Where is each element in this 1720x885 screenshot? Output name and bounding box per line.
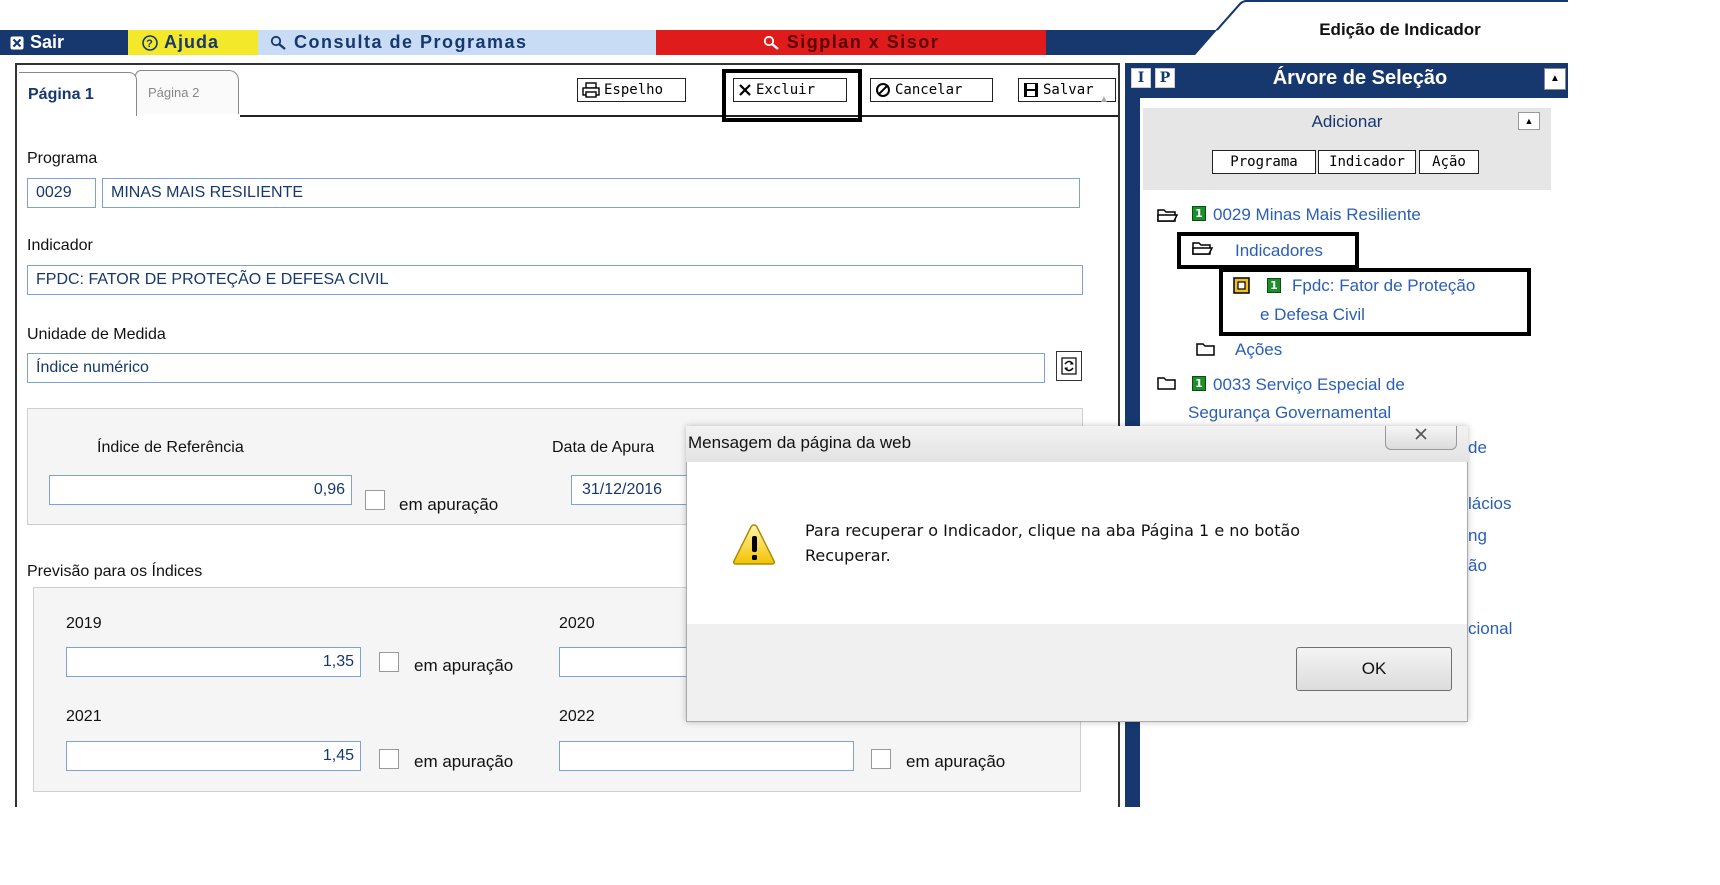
indice-referencia-label: Índice de Referência (97, 439, 244, 456)
menu-sair-button[interactable]: Sair (10, 30, 118, 55)
year-2022-label: 2022 (559, 708, 595, 725)
programa-codigo-field[interactable]: 0029 (27, 178, 96, 208)
menu-sair-label: Sair (30, 32, 65, 52)
tree-item-acoes[interactable]: Ações (1235, 340, 1282, 360)
tab-pagina-2[interactable]: Página 2 (135, 70, 239, 114)
dialog-message-line2: Recuperar. (805, 546, 891, 565)
scroll-up-arrow-icon[interactable]: ▲ (1094, 94, 1114, 116)
tree-item-programa-0033-line2[interactable]: Segurança Governamental (1188, 403, 1391, 423)
tree-i-button[interactable]: I (1131, 68, 1151, 88)
menu-ajuda-label: Ajuda (164, 32, 220, 52)
year-2022-em-apuracao-checkbox[interactable] (871, 749, 891, 769)
page-title: Edição de Indicador (1319, 20, 1481, 39)
tabs-divider (240, 115, 1118, 117)
em-apuracao-label: em apuração (414, 656, 514, 675)
folder-closed-icon[interactable] (1157, 376, 1177, 390)
em-apuracao-label: em apuração (399, 495, 499, 514)
badge-icon: 1 (1192, 206, 1206, 221)
cancel-icon (876, 83, 890, 97)
folder-closed-icon[interactable] (1196, 342, 1216, 356)
indicador-field[interactable]: FPDC: FATOR DE PROTEÇÃO E DEFESA CIVIL (27, 265, 1083, 295)
tree-item-partial[interactable]: lácios (1468, 494, 1511, 514)
year-2019-label: 2019 (66, 615, 102, 632)
dialog-message: Para recuperar o Indicador, clique na ab… (805, 518, 1405, 568)
fpdc-highlight-box (1219, 268, 1531, 336)
warning-icon (733, 524, 775, 565)
save-disk-icon (1024, 83, 1038, 97)
espelho-button[interactable]: Espelho (577, 78, 686, 102)
search-icon (270, 35, 286, 50)
menu-consulta-label: Consulta de Programas (294, 32, 528, 52)
indicadores-highlight-box (1177, 232, 1359, 269)
year-2022-field[interactable] (559, 741, 854, 771)
unidade-medida-field[interactable]: Índice numérico (27, 353, 1045, 383)
excluir-highlight-box (722, 69, 862, 122)
menu-sigplan-sisor-button[interactable]: Sigplan x Sisor (656, 30, 1046, 55)
programa-label: Programa (27, 150, 98, 167)
programa-nome-field[interactable]: MINAS MAIS RESILIENTE (102, 178, 1080, 208)
printer-icon (582, 82, 600, 98)
cancelar-button[interactable]: Cancelar (870, 78, 993, 102)
tree-item-partial[interactable]: cional (1468, 619, 1512, 639)
cancelar-label: Cancelar (895, 82, 963, 98)
year-2021-em-apuracao-checkbox[interactable] (379, 749, 399, 769)
salvar-label: Salvar (1043, 82, 1094, 98)
unidade-medida-label: Unidade de Medida (27, 326, 166, 343)
search-icon (763, 35, 779, 50)
close-box-icon (10, 36, 24, 49)
year-2019-em-apuracao-checkbox[interactable] (379, 652, 399, 672)
tree-item-programa-0029[interactable]: 0029 Minas Mais Resiliente (1213, 205, 1421, 225)
year-2020-label: 2020 (559, 615, 595, 632)
dialog-close-button[interactable] (1385, 426, 1457, 450)
svg-text:?: ? (146, 38, 154, 50)
indice-referencia-em-apuracao-checkbox[interactable] (365, 490, 385, 510)
adicionar-header: Adicionar (1143, 108, 1551, 135)
close-icon (1415, 428, 1427, 440)
dialog-title: Mensagem da página da web (688, 433, 912, 452)
badge-icon: 1 (1192, 376, 1206, 391)
year-2021-label: 2021 (66, 708, 102, 725)
add-indicador-button[interactable]: Indicador (1318, 150, 1416, 174)
tree-p-button[interactable]: P (1155, 68, 1175, 88)
tree-item-programa-0033[interactable]: 0033 Serviço Especial de (1213, 375, 1405, 395)
tree-collapse-icon[interactable]: ▲ (1544, 68, 1566, 90)
menu-sigplan-label: Sigplan x Sisor (786, 32, 940, 52)
tab-pagina-1[interactable]: Página 1 (19, 72, 137, 116)
tree-title: Árvore de Seleção (1272, 67, 1448, 89)
tree-item-partial[interactable]: de (1468, 438, 1487, 458)
em-apuracao-label: em apuração (414, 752, 514, 771)
previsao-label: Previsão para os Índices (27, 563, 203, 580)
folder-open-icon[interactable] (1157, 207, 1179, 223)
refresh-icon (1061, 357, 1077, 375)
help-icon: ? (142, 34, 158, 51)
year-2020-field[interactable] (559, 647, 699, 677)
em-apuracao-label: em apuração (906, 752, 1006, 771)
menu-consulta-programas-button[interactable]: Consulta de Programas (258, 30, 656, 55)
data-apuracao-label: Data de Apura (552, 439, 655, 456)
tree-item-partial[interactable]: ng (1468, 526, 1487, 546)
year-2019-field[interactable]: 1,35 (66, 647, 361, 677)
refresh-unidade-button[interactable] (1056, 351, 1082, 381)
add-programa-button[interactable]: Programa (1212, 150, 1316, 174)
tree-item-partial[interactable]: ão (1468, 556, 1487, 576)
adicionar-collapse-icon[interactable]: ▲ (1518, 112, 1540, 130)
indice-referencia-field[interactable]: 0,96 (49, 475, 352, 505)
espelho-label: Espelho (604, 82, 664, 98)
indicador-label: Indicador (27, 237, 93, 254)
dialog-message-line1: Para recuperar o Indicador, clique na ab… (805, 521, 1301, 540)
ok-button[interactable]: OK (1296, 647, 1452, 691)
add-acao-button[interactable]: Ação (1419, 150, 1479, 174)
year-2021-field[interactable]: 1,45 (66, 741, 361, 771)
menu-ajuda-button[interactable]: ? Ajuda (128, 30, 258, 55)
